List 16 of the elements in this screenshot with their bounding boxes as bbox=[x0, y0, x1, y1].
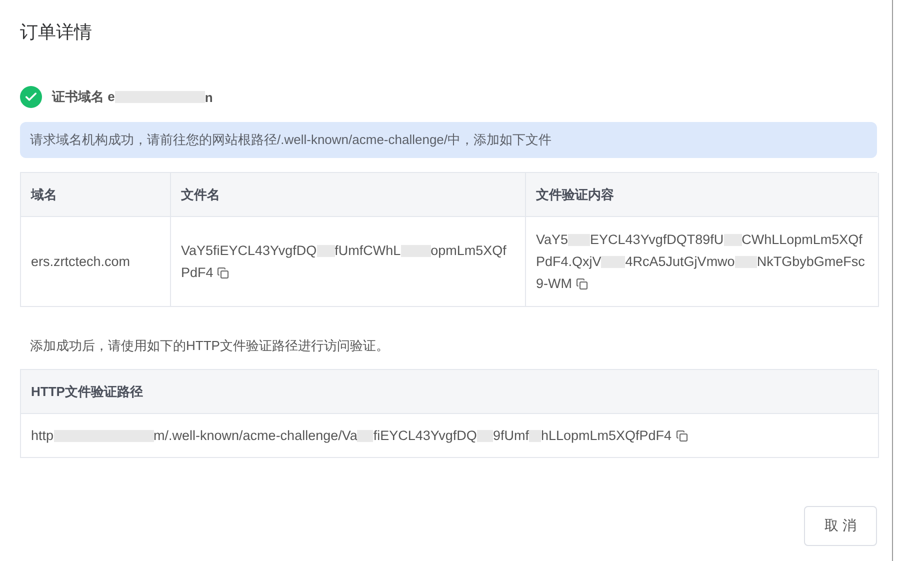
column-header: 文件验证内容 bbox=[526, 173, 879, 217]
column-header: 域名 bbox=[21, 173, 171, 217]
copy-icon[interactable] bbox=[576, 278, 588, 290]
certificate-domain: 证书域名 e n bbox=[52, 88, 213, 106]
file-content-cell-text: VaY5 EYCL43YvgfDQT89fU CWhLLopmLm5XQfPdF4.QxjV 4RcA5JutGjVmwo NkTGbybGmeFsc9-WM bbox=[536, 230, 866, 292]
column-header: 文件名 bbox=[171, 173, 526, 217]
copy-icon[interactable] bbox=[676, 430, 688, 442]
file-name-cell-text: VaY5fiEYCL43YvgfDQ fUmfCWhL opmLm5XQfPdF4 bbox=[181, 242, 508, 282]
cancel-button[interactable]: 取 消 bbox=[804, 506, 877, 546]
info-alert: 请求域名机构成功，请前往您的网站根路径/.well-known/acme-challenge/中，添加如下文件 bbox=[20, 122, 877, 158]
verification-path: http m/.well-known/acme-challenge/Va fiEYCL43YvgfDQ 9fUmf hLLopmLm5XQfPdF4 bbox=[31, 424, 688, 446]
dialog-title: 订单详情 bbox=[20, 21, 93, 44]
table-cell: ers.zrtctech.com bbox=[21, 217, 171, 307]
column-header: HTTP文件验证路径 bbox=[21, 370, 879, 414]
copy-icon[interactable] bbox=[217, 266, 230, 279]
hint-text: 添加成功后，请使用如下的HTTP文件验证路径进行访问验证。 bbox=[30, 337, 390, 355]
